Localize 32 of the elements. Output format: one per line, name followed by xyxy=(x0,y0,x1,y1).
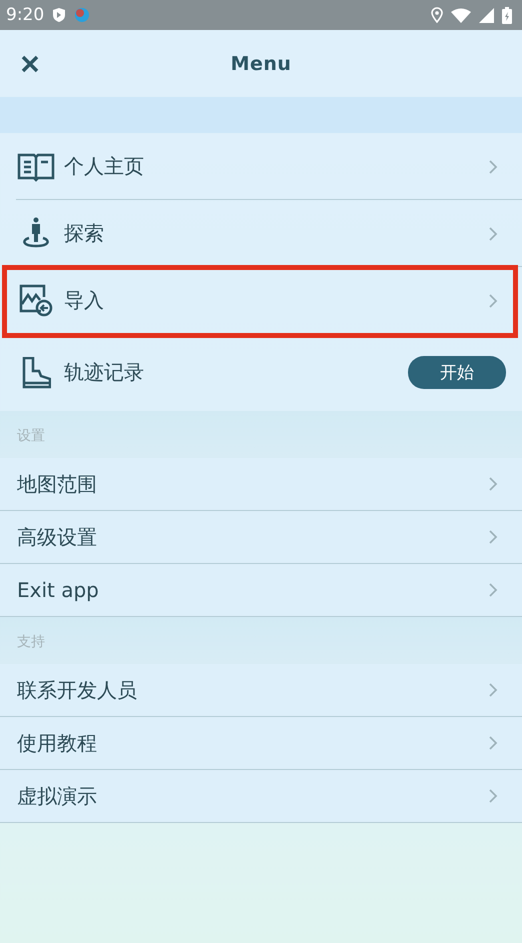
chevron-icon xyxy=(488,476,498,492)
wifi-icon xyxy=(451,8,471,22)
app-icon xyxy=(74,7,90,23)
chevron-icon xyxy=(488,529,498,545)
menu-item[interactable]: 使用教程 xyxy=(0,717,522,770)
chevron-icon xyxy=(488,582,498,598)
menu-title: Menu xyxy=(230,52,292,74)
menu-item[interactable]: 虚拟演示 xyxy=(0,770,522,823)
chevron-icon xyxy=(488,226,498,242)
chevron-icon xyxy=(488,682,498,698)
close-icon xyxy=(20,54,40,74)
chevron-icon xyxy=(488,788,498,804)
chevron-icon xyxy=(488,735,498,751)
menu-item[interactable]: 导入 xyxy=(0,267,522,334)
image-import-icon xyxy=(19,284,53,317)
start-button[interactable]: 开始 xyxy=(408,356,506,389)
shield-icon xyxy=(52,7,66,23)
menu-item[interactable]: 探索 xyxy=(0,200,522,267)
battery-icon xyxy=(502,6,512,24)
menu-item[interactable]: 联系开发人员 xyxy=(0,664,522,717)
status-time: 9:20 xyxy=(6,5,44,25)
signal-icon xyxy=(479,8,494,22)
menu-item[interactable]: 个人主页 xyxy=(0,133,522,200)
section-label: 支持 xyxy=(17,633,45,651)
boot-icon xyxy=(21,356,51,388)
chevron-icon xyxy=(488,158,498,174)
menu-row: 轨迹记录 开始 xyxy=(0,334,522,411)
person-icon xyxy=(20,217,52,250)
chevron-icon xyxy=(488,292,498,308)
location-icon xyxy=(431,7,443,23)
book-icon xyxy=(17,152,55,182)
section-label: 设置 xyxy=(17,427,45,445)
